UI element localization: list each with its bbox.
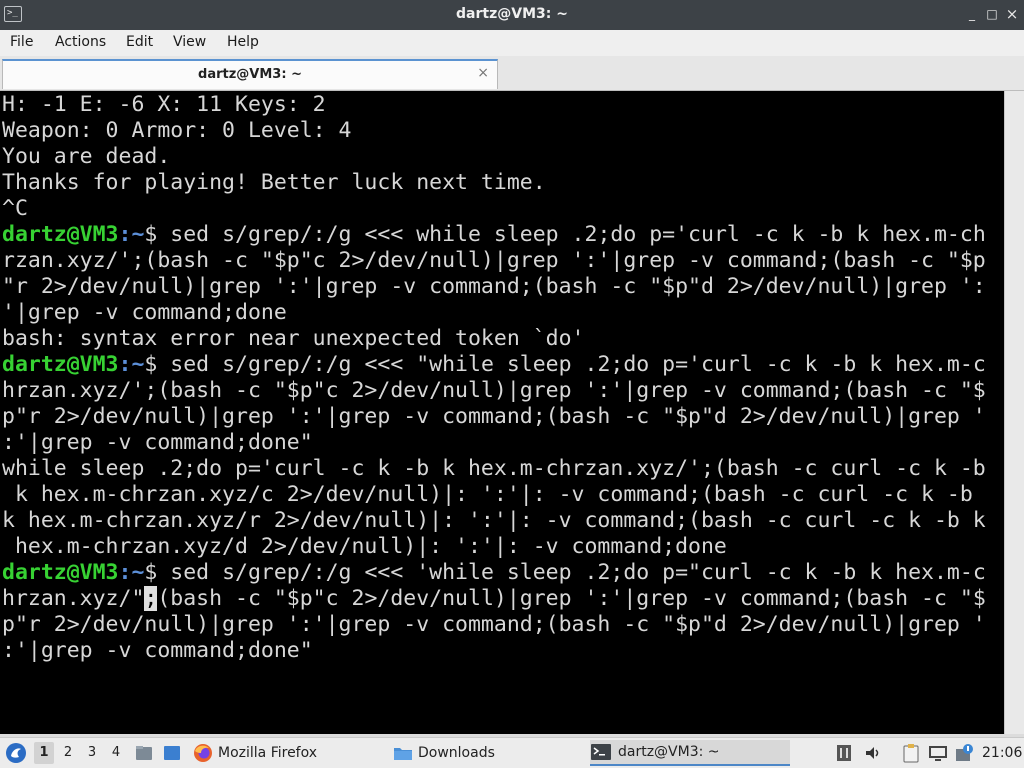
task-downloads[interactable]: Downloads <box>392 740 586 766</box>
terminal-line: p"r 2>/dev/null)|grep ':'|grep -v comman… <box>2 612 986 638</box>
network-icon[interactable] <box>928 738 948 768</box>
tab-terminal[interactable]: dartz@VM3: ~ × <box>2 59 498 89</box>
terminal-line: You are dead. <box>2 144 170 170</box>
file-manager-launcher-icon[interactable] <box>134 738 154 768</box>
workspace-1[interactable]: 1 <box>34 742 54 764</box>
line-text: '|grep -v command;done <box>2 300 287 325</box>
line-text: :'|grep -v command;done" <box>2 430 313 455</box>
menu-view[interactable]: View <box>173 34 206 50</box>
volume-icon[interactable] <box>864 738 882 768</box>
terminal-line: Thanks for playing! Better luck next tim… <box>2 170 546 196</box>
line-text: hex.m-chrzan.xyz/d 2>/dev/null)|: ':'|: … <box>2 534 727 559</box>
line-text: sed s/grep/:/g <<< "while sleep .2;do p=… <box>157 352 986 377</box>
terminal-command-line: dartz@VM3:~$ sed s/grep/:/g <<< "while s… <box>2 352 986 378</box>
terminal-line: k hex.m-chrzan.xyz/r 2>/dev/null)|: ':'|… <box>2 508 986 534</box>
folder-icon <box>394 748 412 760</box>
line-text: sed s/grep/:/g <<< 'while sleep .2;do p=… <box>157 560 986 585</box>
task-label: dartz@VM3: ~ <box>618 744 720 760</box>
menu-edit[interactable]: Edit <box>126 34 153 50</box>
terminal-line: H: -1 E: -6 X: 11 Keys: 2 <box>2 92 326 118</box>
terminal-line: while sleep .2;do p='curl -c k -b k hex.… <box>2 456 986 482</box>
terminal-line: hrzan.xyz/";(bash -c "$p"c 2>/dev/null)|… <box>2 586 986 612</box>
taskbar: 1 2 3 4 Mozilla Firefox Downloads dartz@… <box>0 737 1024 768</box>
line-text: Weapon: 0 Armor: 0 Level: 4 <box>2 118 352 143</box>
prompt-path: :~ <box>118 352 145 377</box>
workspace-2[interactable]: 2 <box>58 742 78 764</box>
maximize-button[interactable]: □ <box>983 5 1001 23</box>
prompt-sign: $ <box>144 352 158 377</box>
firefox-icon <box>194 744 212 762</box>
task-label: Downloads <box>418 745 495 761</box>
terminal-line: '|grep -v command;done <box>2 300 287 326</box>
terminal-line: Weapon: 0 Armor: 0 Level: 4 <box>2 118 352 144</box>
line-text: sed s/grep/:/g <<< while sleep .2;do p='… <box>157 222 986 247</box>
line-text: p"r 2>/dev/null)|grep ':'|grep -v comman… <box>2 404 986 429</box>
minimize-button[interactable]: _ <box>963 5 981 23</box>
line-text: You are dead. <box>2 144 171 169</box>
line-text: rzan.xyz/';(bash -c "$p"c 2>/dev/null)|g… <box>2 248 986 273</box>
tab-label: dartz@VM3: ~ <box>198 67 302 82</box>
line-text: while sleep .2;do p='curl -c k -b k hex.… <box>2 456 986 481</box>
terminal-output[interactable]: H: -1 E: -6 X: 11 Keys: 2 Weapon: 0 Armor… <box>0 91 1004 734</box>
task-firefox[interactable]: Mozilla Firefox <box>192 740 388 766</box>
tab-bar: dartz@VM3: ~ × <box>0 56 1024 91</box>
menu-bar: File Actions Edit View Help <box>0 30 1024 56</box>
terminal-icon <box>591 744 611 760</box>
prompt-path: :~ <box>118 222 145 247</box>
terminal-line: p"r 2>/dev/null)|grep ':'|grep -v comman… <box>2 404 986 430</box>
prompt-path: :~ <box>118 560 145 585</box>
start-menu-icon[interactable] <box>4 738 28 768</box>
terminal-line: hex.m-chrzan.xyz/d 2>/dev/null)|: ':'|: … <box>2 534 727 560</box>
task-label: Mozilla Firefox <box>218 745 318 761</box>
terminal-command-line: dartz@VM3:~$ sed s/grep/:/g <<< 'while s… <box>2 560 986 586</box>
show-desktop-icon[interactable] <box>162 738 182 768</box>
line-text: hrzan.xyz/" <box>2 586 145 611</box>
update-icon[interactable] <box>954 738 974 768</box>
line-text: k hex.m-chrzan.xyz/r 2>/dev/null)|: ':'|… <box>2 508 986 533</box>
menu-file[interactable]: File <box>10 34 33 50</box>
workspace-3[interactable]: 3 <box>82 742 102 764</box>
prompt-user: dartz@VM3 <box>2 222 119 247</box>
window-titlebar: >_ dartz@VM3: ~ _ □ × <box>0 0 1024 30</box>
line-text: k hex.m-chrzan.xyz/c 2>/dev/null)|: ':'|… <box>2 482 973 507</box>
terminal-line: k hex.m-chrzan.xyz/c 2>/dev/null)|: ':'|… <box>2 482 973 508</box>
prompt-user: dartz@VM3 <box>2 352 119 377</box>
prompt-user: dartz@VM3 <box>2 560 119 585</box>
line-text: "r 2>/dev/null)|grep ':'|grep -v command… <box>2 274 986 299</box>
prompt-sign: $ <box>144 222 158 247</box>
menu-help[interactable]: Help <box>227 34 259 50</box>
line-text: (bash -c "$p"c 2>/dev/null)|grep ':'|gre… <box>157 586 986 611</box>
terminal-line: :'|grep -v command;done" <box>2 638 313 664</box>
line-text: H: -1 E: -6 X: 11 Keys: 2 <box>2 92 326 117</box>
menu-actions[interactable]: Actions <box>55 34 106 50</box>
terminal-line: "r 2>/dev/null)|grep ':'|grep -v command… <box>2 274 986 300</box>
line-text: bash: syntax error near unexpected token… <box>2 326 585 351</box>
line-text: ^C <box>2 196 28 221</box>
terminal-command-line: dartz@VM3:~$ sed s/grep/:/g <<< while sl… <box>2 222 986 248</box>
line-text: hrzan.xyz/';(bash -c "$p"c 2>/dev/null)|… <box>2 378 986 403</box>
line-text: p"r 2>/dev/null)|grep ':'|grep -v comman… <box>2 612 986 637</box>
terminal-line: :'|grep -v command;done" <box>2 430 313 456</box>
workspace-4[interactable]: 4 <box>106 742 126 764</box>
terminal-line: ^C <box>2 196 28 222</box>
mixer-icon[interactable] <box>836 738 852 768</box>
window-title: dartz@VM3: ~ <box>456 6 568 22</box>
clock: 21:06 <box>982 745 1023 761</box>
line-text: :'|grep -v command;done" <box>2 638 313 663</box>
text-cursor: ; <box>144 586 158 611</box>
terminal-line: hrzan.xyz/';(bash -c "$p"c 2>/dev/null)|… <box>2 378 986 404</box>
line-text: Thanks for playing! Better luck next tim… <box>2 170 546 195</box>
tab-close-icon[interactable]: × <box>477 65 489 81</box>
terminal-line: bash: syntax error near unexpected token… <box>2 326 584 352</box>
task-terminal[interactable]: dartz@VM3: ~ <box>590 740 790 766</box>
prompt-sign: $ <box>144 560 158 585</box>
clipboard-icon[interactable] <box>902 738 920 768</box>
close-button[interactable]: × <box>1003 5 1021 23</box>
terminal-line: rzan.xyz/';(bash -c "$p"c 2>/dev/null)|g… <box>2 248 986 274</box>
terminal-scrollbar[interactable] <box>1004 91 1024 734</box>
